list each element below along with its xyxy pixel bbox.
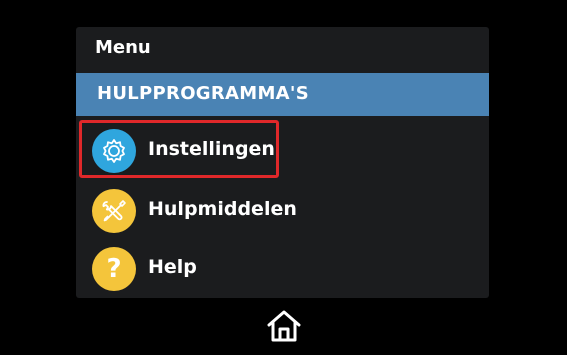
menu-item-label: Hulpmiddelen [148,198,297,220]
menu-item-help[interactable]: ? Help [76,241,489,297]
menu-item-label: Instellingen [148,138,275,160]
menu-item-hulpmiddelen[interactable]: Hulpmiddelen [76,183,489,239]
menu-item-instellingen[interactable]: Instellingen [76,123,489,179]
question-icon: ? [92,247,136,291]
section-header-label: HULPPROGRAMMA'S [97,83,309,104]
tools-icon [92,189,136,233]
menu-title: Menu [95,37,151,58]
menu-item-label: Help [148,256,197,278]
gear-icon [92,129,136,173]
section-header: HULPPROGRAMMA'S [76,73,489,116]
home-button[interactable] [266,308,302,344]
screen: Menu HULPPROGRAMMA'S Instellingen Hulpmi… [0,0,567,355]
menu-panel: Menu HULPPROGRAMMA'S Instellingen Hulpmi… [76,27,489,298]
home-icon [267,310,301,342]
